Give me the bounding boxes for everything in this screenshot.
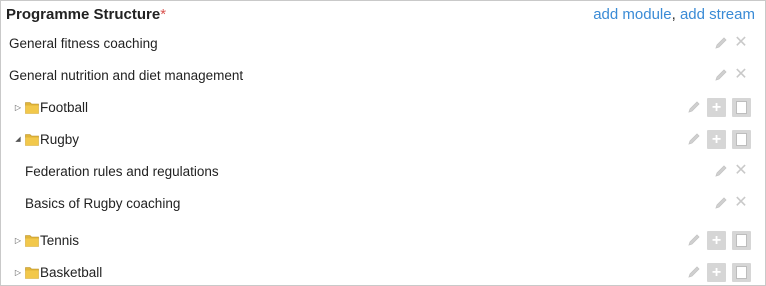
row-actions: ✕ bbox=[714, 30, 748, 56]
folder-icon bbox=[25, 101, 39, 114]
stream-label: Tennis bbox=[40, 232, 80, 248]
row-actions: + bbox=[687, 259, 751, 285]
pencil-icon[interactable] bbox=[687, 132, 701, 146]
folder-icon bbox=[25, 234, 39, 247]
stream-label: Football bbox=[40, 99, 89, 115]
stream-row[interactable]: ▷ Football + bbox=[1, 94, 765, 120]
row-actions: + bbox=[687, 227, 751, 253]
folder-icon bbox=[25, 266, 39, 279]
folder-icon bbox=[25, 133, 39, 146]
stop-icon[interactable] bbox=[732, 129, 751, 149]
row-actions: + bbox=[687, 126, 751, 152]
stream-label: Basketball bbox=[40, 264, 103, 280]
close-icon[interactable]: ✕ bbox=[734, 35, 748, 51]
module-label: Federation rules and regulations bbox=[25, 163, 219, 179]
module-label: General fitness coaching bbox=[9, 35, 158, 51]
plus-icon[interactable]: + bbox=[707, 97, 726, 117]
add-stream-link[interactable]: add stream bbox=[680, 6, 755, 23]
row-actions: ✕ bbox=[714, 62, 748, 88]
close-icon[interactable]: ✕ bbox=[734, 67, 748, 83]
triangle-right-icon[interactable]: ▷ bbox=[11, 268, 25, 277]
row-actions: + bbox=[687, 94, 751, 120]
plus-icon[interactable]: + bbox=[707, 262, 726, 282]
plus-icon[interactable]: + bbox=[707, 230, 726, 250]
row-actions: ✕ bbox=[714, 190, 748, 216]
header-links: add module, add stream bbox=[593, 6, 755, 23]
module-row[interactable]: General fitness coaching ✕ bbox=[1, 30, 765, 56]
panel-title: Programme Structure* bbox=[6, 6, 166, 23]
module-label: Basics of Rugby coaching bbox=[25, 195, 181, 211]
module-row[interactable]: Basics of Rugby coaching ✕ bbox=[1, 190, 765, 216]
stream-label: Rugby bbox=[40, 131, 80, 147]
module-row[interactable]: Federation rules and regulations ✕ bbox=[1, 158, 765, 184]
triangle-right-icon[interactable]: ▷ bbox=[11, 103, 25, 112]
stream-row[interactable]: ▷ Basketball + bbox=[1, 259, 765, 285]
close-icon[interactable]: ✕ bbox=[734, 163, 748, 179]
panel-title-text: Programme Structure bbox=[6, 6, 161, 23]
stream-row[interactable]: ▷ Tennis + bbox=[1, 227, 765, 253]
triangle-down-icon[interactable]: ◢ bbox=[11, 135, 25, 143]
pencil-icon[interactable] bbox=[714, 164, 728, 178]
pencil-icon[interactable] bbox=[687, 100, 701, 114]
pencil-icon[interactable] bbox=[687, 233, 701, 247]
pencil-icon[interactable] bbox=[714, 68, 728, 82]
triangle-right-icon[interactable]: ▷ bbox=[11, 236, 25, 245]
programme-structure-panel: Programme Structure* add module, add str… bbox=[0, 0, 766, 286]
pencil-icon[interactable] bbox=[714, 36, 728, 50]
stop-icon[interactable] bbox=[732, 97, 751, 117]
link-separator: , bbox=[671, 6, 676, 23]
close-icon[interactable]: ✕ bbox=[734, 195, 748, 211]
row-actions: ✕ bbox=[714, 158, 748, 184]
pencil-icon[interactable] bbox=[687, 265, 701, 279]
add-module-link[interactable]: add module bbox=[593, 6, 671, 23]
stop-icon[interactable] bbox=[732, 262, 751, 282]
module-row[interactable]: General nutrition and diet management ✕ bbox=[1, 62, 765, 88]
stop-icon[interactable] bbox=[732, 230, 751, 250]
stream-row[interactable]: ◢ Rugby + bbox=[1, 126, 765, 152]
pencil-icon[interactable] bbox=[714, 196, 728, 210]
module-label: General nutrition and diet management bbox=[9, 67, 244, 83]
required-mark: * bbox=[160, 6, 167, 23]
plus-icon[interactable]: + bbox=[707, 129, 726, 149]
panel-header: Programme Structure* add module, add str… bbox=[6, 6, 755, 26]
